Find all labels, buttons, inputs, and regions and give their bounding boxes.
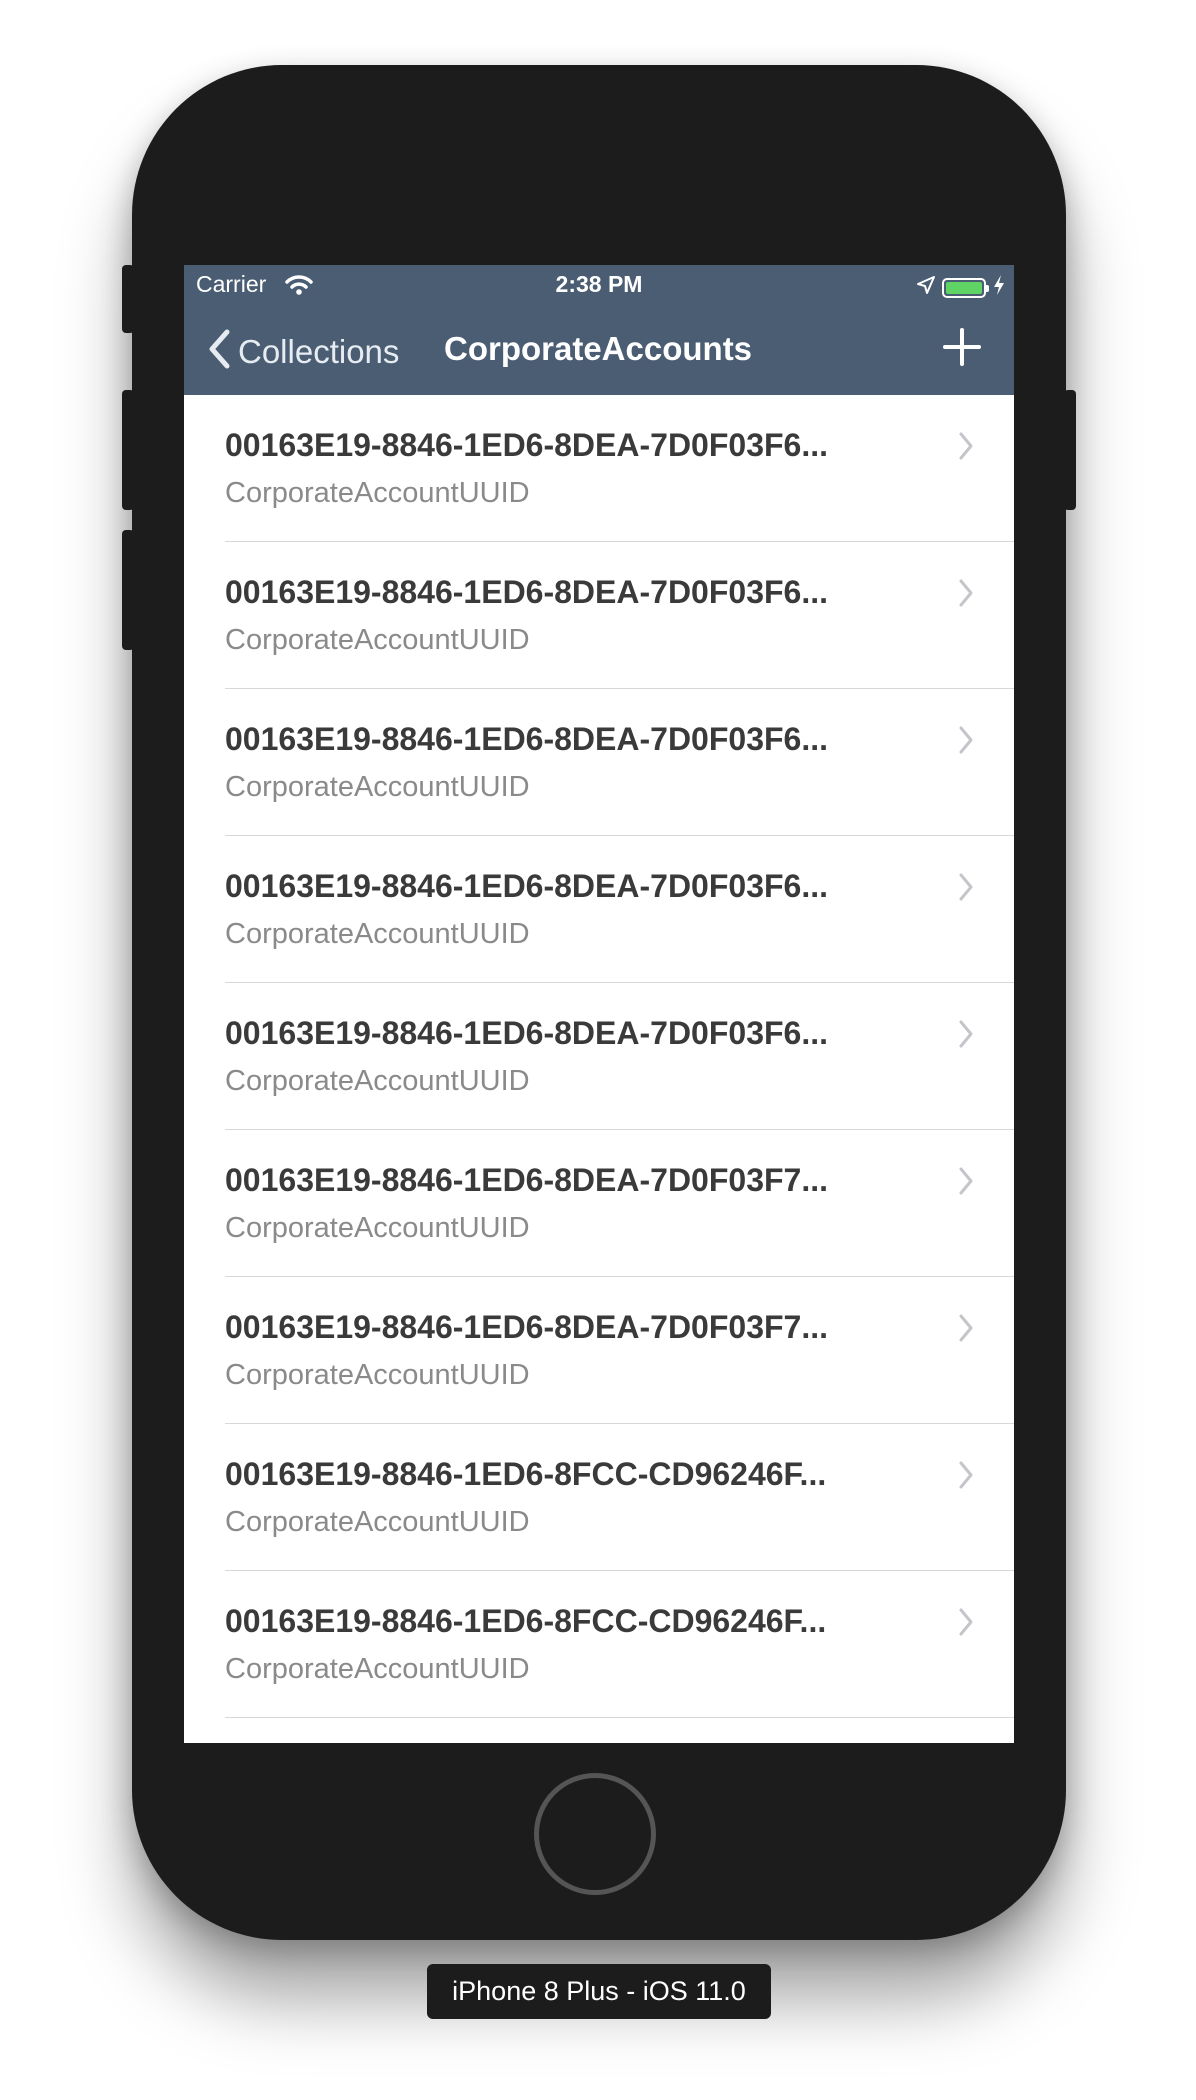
item-title: 00163E19-8846-1ED6-8DEA-7D0F03F6...: [225, 427, 828, 463]
status-bar: Carrier 2:38 PM: [184, 265, 1014, 305]
chevron-left-icon: [208, 329, 230, 374]
plus-icon: [943, 328, 981, 366]
navigation-bar: Carrier 2:38 PM Collections CorporateAcc…: [184, 265, 1014, 395]
chevron-right-icon: [958, 872, 974, 907]
device-label: iPhone 8 Plus - iOS 11.0: [427, 1964, 771, 2019]
row-separator: [225, 1717, 1014, 1718]
item-subtitle: CorporateAccountUUID: [225, 1653, 530, 1685]
item-title: 00163E19-8846-1ED6-8DEA-7D0F03F7...: [225, 1309, 828, 1345]
location-arrow-icon: [916, 275, 936, 300]
chevron-right-icon: [958, 431, 974, 466]
back-button-label: Collections: [238, 332, 400, 370]
chevron-right-icon: [958, 1166, 974, 1201]
add-button[interactable]: [942, 327, 982, 367]
status-time: 2:38 PM: [555, 271, 643, 297]
battery-cap: [986, 284, 989, 292]
chevron-right-icon: [958, 1313, 974, 1348]
item-title: 00163E19-8846-1ED6-8DEA-7D0F03F6...: [225, 574, 828, 610]
list-item[interactable]: 00163E19-8846-1ED6-8DEA-7D0F03F6... Corp…: [184, 542, 1014, 689]
home-button[interactable]: [534, 1773, 656, 1895]
volume-up-button: [122, 390, 134, 510]
power-button: [1064, 390, 1076, 510]
item-title: 00163E19-8846-1ED6-8DEA-7D0F03F6...: [225, 1015, 828, 1051]
item-subtitle: CorporateAccountUUID: [225, 1212, 530, 1244]
chevron-right-icon: [958, 1019, 974, 1054]
list-item[interactable]: 00163E19-8846-1ED6-8DEA-7D0F03F6... Corp…: [184, 395, 1014, 542]
status-indicators: [916, 274, 1006, 301]
battery-icon: [942, 277, 989, 298]
item-subtitle: CorporateAccountUUID: [225, 477, 530, 509]
list-item[interactable]: 00163E19-8846-1ED6-8DEA-7D0F03F6... Corp…: [184, 836, 1014, 983]
item-title: 00163E19-8846-1ED6-8DEA-7D0F03F6...: [225, 868, 828, 904]
item-title: 00163E19-8846-1ED6-8DEA-7D0F03F7...: [225, 1162, 828, 1198]
item-title: 00163E19-8846-1ED6-8FCC-CD96246F...: [225, 1456, 827, 1492]
item-subtitle: CorporateAccountUUID: [225, 918, 530, 950]
list-item[interactable]: 00163E19-8846-1ED6-8FCC-CD96246F... Corp…: [184, 1571, 1014, 1718]
list-item[interactable]: 00163E19-8846-1ED6-8DEA-7D0F03F6... Corp…: [184, 983, 1014, 1130]
chevron-right-icon: [958, 725, 974, 760]
collection-list: 00163E19-8846-1ED6-8DEA-7D0F03F6... Corp…: [184, 395, 1014, 1718]
volume-down-button: [122, 530, 134, 650]
app-screen: Carrier 2:38 PM Collections CorporateAcc…: [184, 265, 1014, 1743]
back-button[interactable]: Collections: [208, 329, 399, 374]
chevron-right-icon: [958, 578, 974, 613]
item-subtitle: CorporateAccountUUID: [225, 771, 530, 803]
page-title: CorporateAccounts: [444, 330, 753, 367]
chevron-right-icon: [958, 1460, 974, 1495]
list-item[interactable]: 00163E19-8846-1ED6-8DEA-7D0F03F6... Corp…: [184, 689, 1014, 836]
item-title: 00163E19-8846-1ED6-8FCC-CD96246F...: [225, 1603, 827, 1639]
item-subtitle: CorporateAccountUUID: [225, 1065, 530, 1097]
chevron-right-icon: [958, 1607, 974, 1642]
list-item[interactable]: 00163E19-8846-1ED6-8FCC-CD96246F... Corp…: [184, 1424, 1014, 1571]
list-item[interactable]: 00163E19-8846-1ED6-8DEA-7D0F03F7... Corp…: [184, 1130, 1014, 1277]
item-subtitle: CorporateAccountUUID: [225, 1506, 530, 1538]
item-subtitle: CorporateAccountUUID: [225, 624, 530, 656]
battery-level-fill: [946, 281, 982, 294]
item-title: 00163E19-8846-1ED6-8DEA-7D0F03F6...: [225, 721, 828, 757]
mute-switch: [122, 265, 134, 333]
charging-bolt-icon: [992, 274, 1006, 301]
item-subtitle: CorporateAccountUUID: [225, 1359, 530, 1391]
list-item[interactable]: 00163E19-8846-1ED6-8DEA-7D0F03F7... Corp…: [184, 1277, 1014, 1424]
